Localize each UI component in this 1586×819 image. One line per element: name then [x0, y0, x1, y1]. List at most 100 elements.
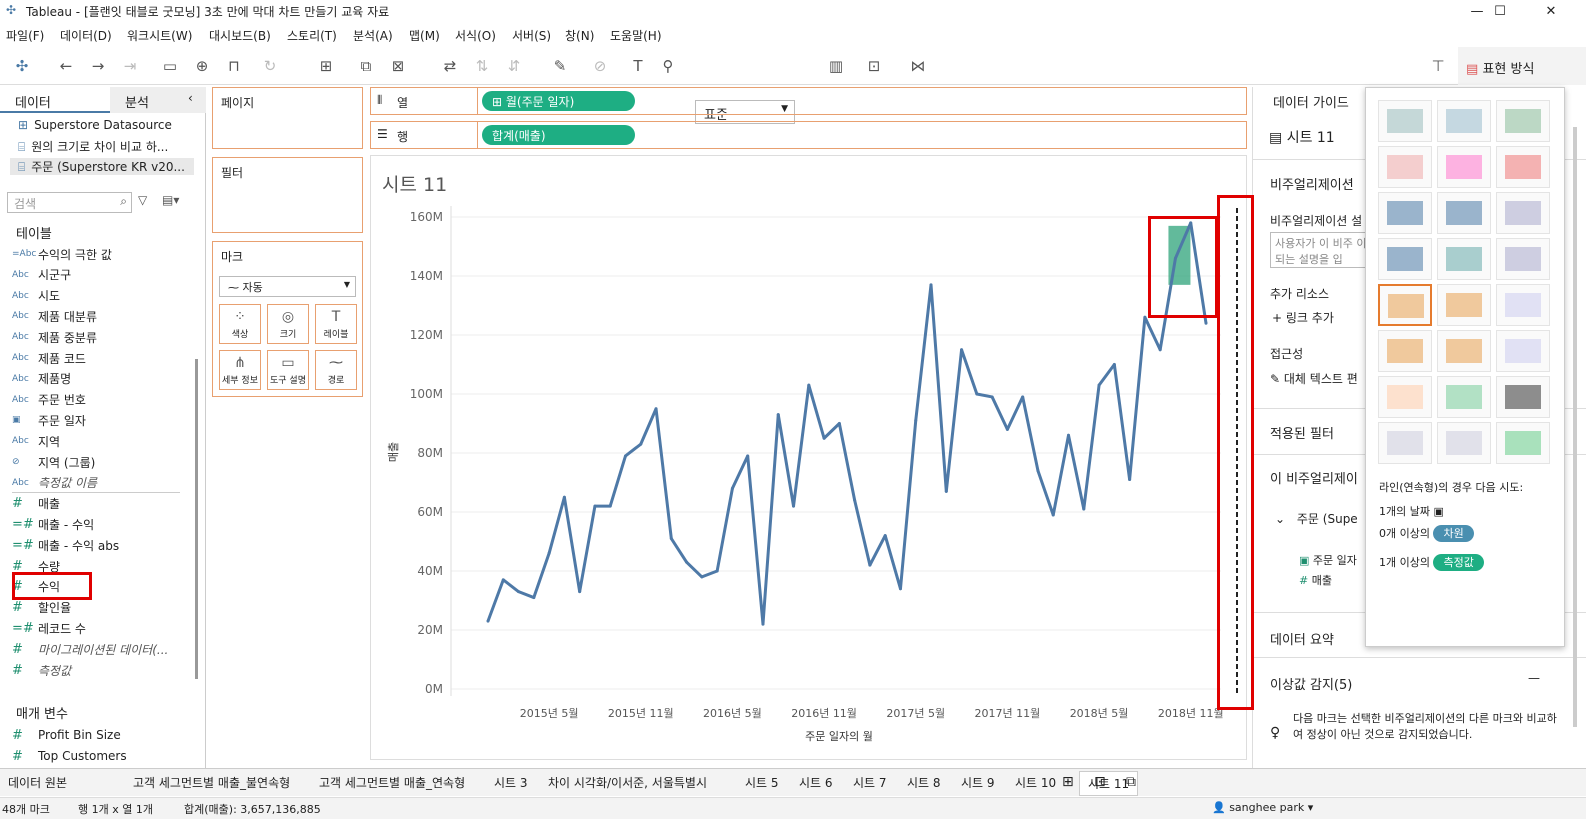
- menu-item[interactable]: 맵(M): [409, 27, 440, 44]
- color-button[interactable]: ⁘ 색상: [219, 304, 261, 344]
- save-icon[interactable]: ▭: [160, 56, 180, 76]
- field-item[interactable]: Abc 주문 번호: [12, 390, 86, 410]
- field-item[interactable]: ⊘ 지역 (그룹): [12, 452, 95, 472]
- sheet-tab[interactable]: 시트 5: [745, 774, 779, 791]
- menu-item[interactable]: 파일(F): [6, 27, 44, 44]
- menu-item[interactable]: 서식(O): [455, 27, 496, 44]
- mark-type-select[interactable]: ⁓ 자동 ▼: [219, 276, 356, 297]
- new-datasource-icon[interactable]: ⊕: [192, 56, 212, 76]
- rows-pill[interactable]: 합계(매출): [482, 125, 635, 145]
- chart-type-thumb[interactable]: [1437, 146, 1491, 188]
- search-input[interactable]: 검색 ⌕: [7, 192, 132, 213]
- rows-shelf[interactable]: ☰ 행 합계(매출): [370, 121, 1247, 149]
- alt-text-link[interactable]: ✎ 대체 텍스트 편: [1270, 370, 1358, 387]
- filter-icon[interactable]: ▽: [138, 193, 147, 207]
- chart-type-thumb[interactable]: [1378, 146, 1432, 188]
- chart-type-thumb[interactable]: [1437, 422, 1491, 464]
- chart-type-thumb[interactable]: [1496, 238, 1550, 280]
- sheet-tab[interactable]: 시트 6: [799, 774, 833, 791]
- show-cards-icon[interactable]: ▥: [826, 56, 846, 76]
- sort-desc-icon[interactable]: ⇵: [504, 56, 524, 76]
- highlight-icon[interactable]: ✎: [550, 56, 570, 76]
- collapse-icon[interactable]: —: [1528, 671, 1540, 685]
- sheet-tab[interactable]: 시트 8: [907, 774, 941, 791]
- size-button[interactable]: ◎ 크기: [267, 304, 309, 344]
- user-menu[interactable]: 👤 sanghee park ▾: [1212, 801, 1313, 814]
- chart-type-thumb[interactable]: [1378, 422, 1432, 464]
- tooltip-button[interactable]: ▭ 도구 설명: [267, 350, 309, 390]
- field-item[interactable]: Abc 측정값 이름: [12, 473, 97, 493]
- new-worksheet-icon[interactable]: ⊞: [316, 56, 336, 76]
- field-item[interactable]: =# 레코드 수: [12, 618, 86, 638]
- guide-scrollbar[interactable]: [1573, 127, 1577, 727]
- sheet-tab[interactable]: 고객 세그먼트별 매출_불연속형: [133, 774, 290, 791]
- swap-icon[interactable]: ⇄: [440, 56, 460, 76]
- presentation-icon[interactable]: ⊡: [864, 56, 884, 76]
- chart-type-thumb[interactable]: [1437, 376, 1491, 418]
- chart-type-thumb[interactable]: [1437, 330, 1491, 372]
- add-link[interactable]: + 링크 추가: [1272, 309, 1334, 326]
- chart-type-thumb[interactable]: [1378, 330, 1432, 372]
- sheet-tab[interactable]: 시트 9: [961, 774, 995, 791]
- chart-type-thumb[interactable]: [1437, 192, 1491, 234]
- refresh-icon[interactable]: ↻: [260, 56, 280, 76]
- field-item[interactable]: ▣ 주문 일자: [12, 410, 86, 430]
- scrollbar[interactable]: [195, 359, 198, 679]
- chart-type-thumb[interactable]: [1496, 192, 1550, 234]
- field-item[interactable]: # 매출: [12, 494, 60, 514]
- maximize-button[interactable]: ☐: [1477, 0, 1523, 22]
- field-item[interactable]: Abc 시도: [12, 286, 60, 306]
- menu-item[interactable]: 스토리(T): [287, 27, 337, 44]
- path-button[interactable]: ⁓ 경로: [315, 350, 357, 390]
- chart-type-thumb[interactable]: [1378, 238, 1432, 280]
- clear-sheet-icon[interactable]: ⊠: [388, 56, 408, 76]
- menu-item[interactable]: 분석(A): [353, 27, 393, 44]
- detail-button[interactable]: ⋔ 세부 정보: [219, 350, 261, 390]
- columns-pill[interactable]: ⊞ 월(주문 일자): [482, 91, 635, 111]
- chart-type-thumb[interactable]: [1496, 422, 1550, 464]
- duplicate-sheet-icon[interactable]: ⧉: [356, 56, 376, 76]
- chart-type-thumb[interactable]: [1437, 284, 1491, 326]
- group-icon[interactable]: ⊘: [590, 56, 610, 76]
- chart-type-thumb[interactable]: [1437, 238, 1491, 280]
- new-sheet-icon[interactable]: ⊞: [1062, 774, 1074, 790]
- sort-asc-icon[interactable]: ⇅: [472, 56, 492, 76]
- undo-icon[interactable]: ←: [56, 56, 76, 76]
- menu-item[interactable]: 도움말(H): [610, 27, 662, 44]
- field-item[interactable]: # 마이그레이션된 데이터(...: [12, 639, 168, 659]
- chart-type-thumb[interactable]: [1496, 284, 1550, 326]
- menu-item[interactable]: 서버(S): [512, 27, 551, 44]
- field-item[interactable]: =# 매출 - 수익: [12, 514, 94, 534]
- pages-card[interactable]: 페이지: [212, 87, 363, 149]
- field-item[interactable]: Abc 시군구: [12, 265, 71, 285]
- orders-group[interactable]: ⌄ 주문 (Supe: [1275, 510, 1358, 527]
- chart-type-thumb[interactable]: [1378, 284, 1432, 326]
- columns-shelf[interactable]: ⦀ 열 ⊞ 월(주문 일자): [370, 87, 1247, 115]
- sheet-tab[interactable]: 시트 7: [853, 774, 887, 791]
- label-icon[interactable]: T: [628, 56, 648, 76]
- description-input[interactable]: 사용자가 이 비주 이 되는 설명을 입: [1270, 232, 1380, 268]
- menu-item[interactable]: 창(N): [565, 27, 594, 44]
- replay-icon[interactable]: ⇥: [120, 56, 140, 76]
- format-icon[interactable]: ⊤: [1428, 56, 1448, 76]
- field-item[interactable]: # 측정값: [12, 660, 71, 680]
- new-dashboard-icon[interactable]: ⊡: [1094, 774, 1106, 790]
- pause-update-icon[interactable]: ⊓: [224, 56, 244, 76]
- chart-type-thumb[interactable]: [1378, 376, 1432, 418]
- chart-type-thumb[interactable]: [1496, 376, 1550, 418]
- chart-type-thumb[interactable]: [1496, 100, 1550, 142]
- chart-type-thumb[interactable]: [1496, 146, 1550, 188]
- field-item[interactable]: =Abc 수익의 극한 값: [12, 244, 112, 264]
- label-button[interactable]: T 레이블: [315, 304, 357, 344]
- view-options-icon[interactable]: ▤▾: [162, 193, 179, 207]
- field-item[interactable]: Abc 제품 중분류: [12, 327, 97, 347]
- close-button[interactable]: ✕: [1528, 0, 1574, 22]
- param-item[interactable]: # Top Customers: [12, 746, 127, 766]
- sheet-tab[interactable]: 시트 3: [494, 774, 528, 791]
- new-story-icon[interactable]: ⧉: [1126, 774, 1136, 790]
- chart-type-thumb[interactable]: [1437, 100, 1491, 142]
- param-item[interactable]: # Profit Bin Size: [12, 725, 121, 745]
- field-item[interactable]: Abc 제품명: [12, 369, 71, 389]
- field-item[interactable]: Abc 제품 대분류: [12, 306, 97, 326]
- tab-data[interactable]: 데이터: [0, 87, 110, 113]
